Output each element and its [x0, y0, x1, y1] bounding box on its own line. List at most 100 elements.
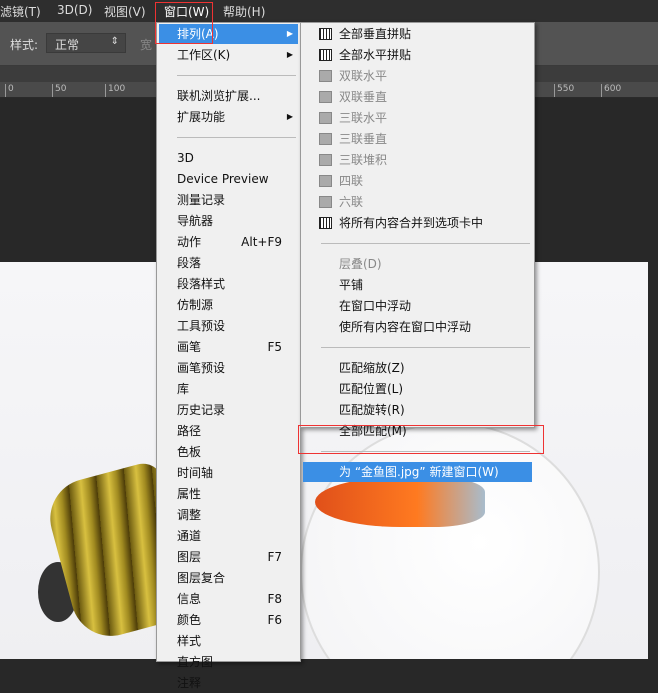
shortcut-label: Alt+F9: [241, 235, 282, 249]
menu-item-label: Device Preview: [177, 172, 269, 186]
style-select[interactable]: 正常 ⇕: [46, 33, 126, 53]
menu-item-label: 属性: [177, 487, 202, 501]
consolidate-tabs-icon: [319, 217, 332, 229]
menu-item[interactable]: 测量记录: [159, 190, 298, 210]
menu-item[interactable]: 全部水平拼贴: [303, 45, 532, 65]
menu-item[interactable]: 历史记录: [159, 400, 298, 420]
menu-item-label: 双联垂直: [339, 90, 388, 104]
menu-item-label: 图层: [177, 550, 202, 564]
menu-item-label: 使所有内容在窗口中浮动: [339, 320, 472, 334]
menu-item[interactable]: 库: [159, 379, 298, 399]
menu-item[interactable]: 工作区(K) ▶: [159, 45, 298, 65]
menu-item[interactable]: 仿制源: [159, 295, 298, 315]
menu-item[interactable]: 调整: [159, 505, 298, 525]
menu-item[interactable]: Device Preview: [159, 169, 298, 189]
bulb-glass: [300, 422, 600, 659]
menu-item[interactable]: 导航器: [159, 211, 298, 231]
menu-item[interactable]: 信息 F8: [159, 589, 298, 609]
menu-item-label: 四联: [339, 174, 364, 188]
menu-item-label: 匹配位置(L): [339, 382, 404, 396]
menu-view[interactable]: 视图(V): [104, 3, 146, 20]
menu-item: 四联: [303, 171, 532, 191]
menu-item-label: 时间轴: [177, 466, 214, 480]
menu-item-label: 仿制源: [177, 298, 214, 312]
menu-item-label: 库: [177, 382, 190, 396]
menu-item-label: 三联垂直: [339, 132, 388, 146]
menu-item-label: 图层复合: [177, 571, 226, 585]
menu-item[interactable]: 注释: [159, 673, 298, 693]
menu-separator: [321, 347, 530, 348]
shortcut-label: F6: [267, 613, 282, 627]
menu-item[interactable]: 工具预设: [159, 316, 298, 336]
menu-item-label: 六联: [339, 195, 364, 209]
menu-item-label: 测量记录: [177, 193, 226, 207]
menu-item[interactable]: 联机浏览扩展...: [159, 86, 298, 106]
menu-item[interactable]: 图层复合: [159, 568, 298, 588]
menu-item-label: 全部垂直拼贴: [339, 27, 412, 41]
ruler-tick: 550: [554, 84, 574, 97]
menu-help[interactable]: 帮助(H): [223, 3, 265, 20]
menu-item[interactable]: 样式: [159, 631, 298, 651]
menu-item[interactable]: 画笔预设: [159, 358, 298, 378]
menu-item[interactable]: 使所有内容在窗口中浮动: [303, 317, 532, 337]
menu-item-label: 匹配旋转(R): [339, 403, 405, 417]
menu-item-label: 动作: [177, 235, 202, 249]
menu-item[interactable]: 直方图: [159, 652, 298, 672]
menu-item[interactable]: 为 “金鱼图.jpg” 新建窗口(W): [303, 462, 532, 482]
window-menu: 排列(A) ▶ 工作区(K) ▶ 联机浏览扩展... 扩展功能 ▶ 3D Device Prev…: [156, 22, 301, 690]
two-up-horizontal-icon: [319, 70, 332, 82]
menu-item[interactable]: 颜色 F6: [159, 610, 298, 630]
menu-item-label: 路径: [177, 424, 202, 438]
arrange-submenu: 全部垂直拼贴 全部水平拼贴 双联水平 双联垂直 三联水平 三联垂直 三联堆积 四联 六联 将所有内…: [300, 22, 535, 482]
select-arrow-icon: ⇕: [110, 36, 119, 47]
menu-item[interactable]: 将所有内容合并到选项卡中: [303, 213, 532, 233]
menu-item-label: 全部水平拼贴: [339, 48, 412, 62]
menu-item[interactable]: 画笔 F5: [159, 337, 298, 357]
menu-item[interactable]: 时间轴: [159, 463, 298, 483]
menu-item[interactable]: 扩展功能 ▶: [159, 107, 298, 127]
menu-item[interactable]: 全部垂直拼贴: [303, 24, 532, 44]
menu-item-label: 3D: [177, 151, 194, 165]
menu-item[interactable]: 段落样式: [159, 274, 298, 294]
menu-item[interactable]: 在窗口中浮动: [303, 296, 532, 316]
three-up-stacked-icon: [319, 154, 332, 166]
style-value: 正常: [55, 38, 80, 52]
menu-item: 六联: [303, 192, 532, 212]
highlight-box: [298, 425, 544, 454]
ruler-tick: 0: [5, 84, 14, 97]
menu-item-label: 平铺: [339, 278, 364, 292]
menu-item[interactable]: 匹配旋转(R): [303, 400, 532, 420]
menu-item: 三联垂直: [303, 129, 532, 149]
menu-item[interactable]: 匹配位置(L): [303, 379, 532, 399]
menu-item-label: 画笔预设: [177, 361, 226, 375]
menu-separator: [177, 75, 296, 76]
menu-item[interactable]: 属性: [159, 484, 298, 504]
six-up-icon: [319, 196, 332, 208]
highlight-box: [155, 2, 213, 44]
menu-item[interactable]: 色板: [159, 442, 298, 462]
menu-item[interactable]: 路径: [159, 421, 298, 441]
menu-item[interactable]: 3D: [159, 148, 298, 168]
two-up-vertical-icon: [319, 91, 332, 103]
menu-item[interactable]: 平铺: [303, 275, 532, 295]
menu-item-label: 扩展功能: [177, 110, 226, 124]
menu-item[interactable]: 图层 F7: [159, 547, 298, 567]
menu-item[interactable]: 动作 Alt+F9: [159, 232, 298, 252]
menu-item-label: 调整: [177, 508, 202, 522]
menu-item-label: 样式: [177, 634, 202, 648]
shortcut-label: F5: [267, 340, 282, 354]
menu-item[interactable]: 通道: [159, 526, 298, 546]
goldfish: [315, 477, 485, 527]
submenu-arrow-icon: ▶: [286, 112, 293, 121]
menu-bar: 滤镜(T) 3D(D) 视图(V) 窗口(W) 帮助(H): [0, 0, 658, 22]
menu-filter[interactable]: 滤镜(T): [0, 3, 41, 20]
menu-3d[interactable]: 3D(D): [57, 3, 92, 17]
ruler-tick: 100: [105, 84, 125, 97]
tile-horizontal-icon: [319, 49, 332, 61]
menu-item-label: 段落: [177, 256, 202, 270]
menu-item[interactable]: 匹配缩放(Z): [303, 358, 532, 378]
menu-item[interactable]: 段落: [159, 253, 298, 273]
three-up-vertical-icon: [319, 133, 332, 145]
menu-item-label: 通道: [177, 529, 202, 543]
menu-item-label: 三联堆积: [339, 153, 388, 167]
